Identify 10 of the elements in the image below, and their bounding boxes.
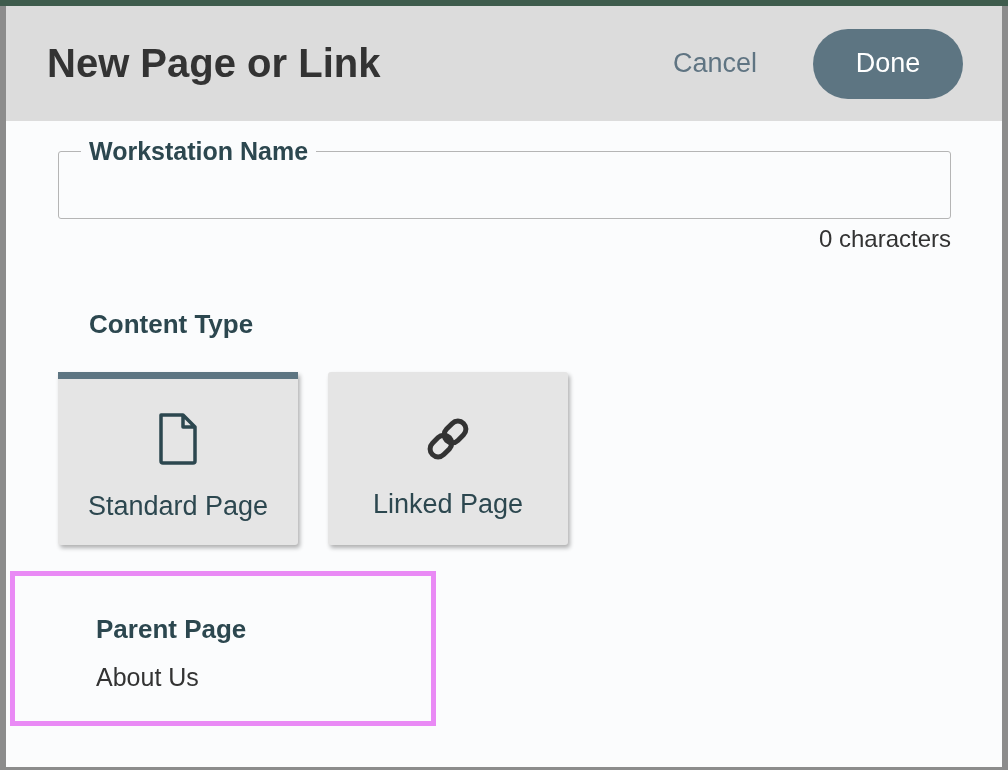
- cancel-button[interactable]: Cancel: [672, 48, 757, 79]
- done-button[interactable]: Done: [813, 28, 963, 99]
- parent-page-label: Parent Page: [96, 614, 248, 645]
- content-type-label: Content Type: [89, 309, 255, 340]
- content-type-option[interactable]: Linked Page: [328, 372, 568, 545]
- document-icon: [158, 413, 198, 465]
- parent-page-value: About Us: [96, 663, 200, 692]
- content-type-option[interactable]: Standard Page: [58, 372, 298, 545]
- character-counter: 0 characters: [818, 225, 951, 253]
- dialog-title: New Page or Link: [47, 41, 381, 86]
